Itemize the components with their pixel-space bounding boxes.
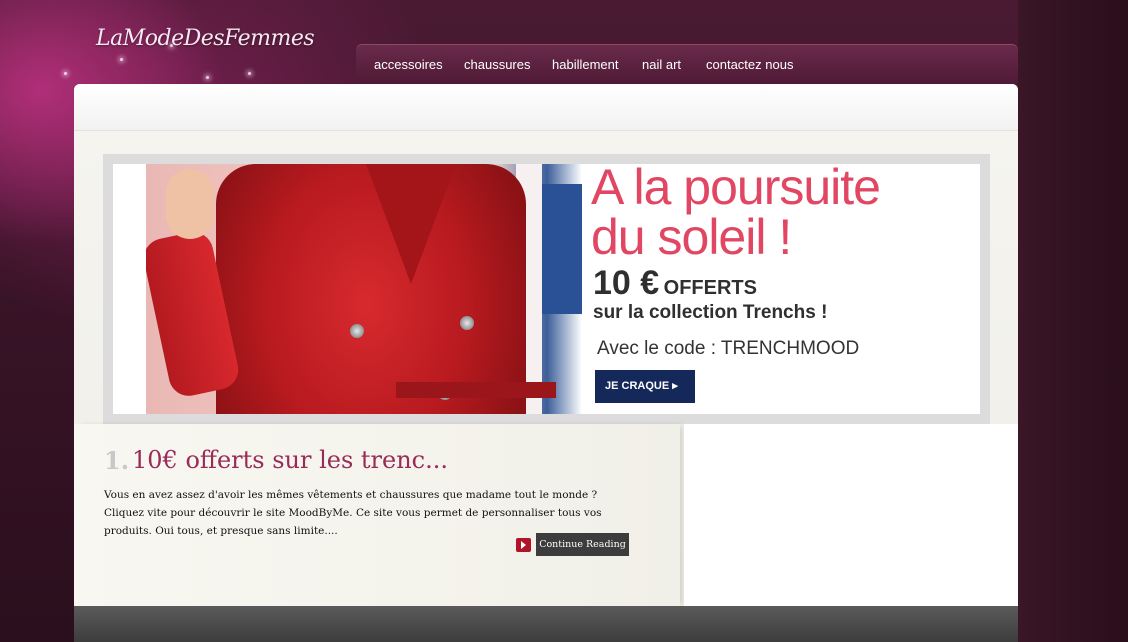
- page-top-band: [74, 84, 1018, 131]
- nav-item-habillement[interactable]: habillement: [552, 57, 619, 72]
- offer-amount: 10 €: [593, 264, 660, 302]
- banner-headline: A la poursuite du soleil !: [591, 164, 971, 262]
- arrow-right-icon[interactable]: [516, 538, 531, 552]
- featured-banner-frame: A la poursuite du soleil ! 10 € OFFERTS …: [103, 154, 990, 424]
- post-title-link[interactable]: 10€ offerts sur les trenc...: [132, 446, 448, 474]
- content-page: A la poursuite du soleil ! 10 € OFFERTS …: [74, 84, 1018, 606]
- coat-collar: [366, 164, 456, 284]
- sparkle-decoration: [64, 72, 67, 75]
- banner-headline-line2: du soleil !: [591, 209, 792, 265]
- nav-item-contactez-nous[interactable]: contactez nous: [706, 57, 793, 72]
- nav-item-accessoires[interactable]: accessoires: [374, 57, 443, 72]
- right-background: [1018, 0, 1128, 642]
- offer-word: OFFERTS: [663, 277, 757, 299]
- coat-button: [460, 316, 474, 330]
- je-craque-button[interactable]: JE CRAQUE ▸: [595, 370, 695, 403]
- post-excerpt: Vous en avez assez d'avoir les mêmes vêt…: [104, 489, 602, 537]
- footer-stone-texture: [74, 606, 1018, 642]
- post-excerpt-card: 1. 10€ offerts sur les trenc... Vous en …: [74, 424, 680, 606]
- banner-headline-line1: A la poursuite: [591, 164, 881, 215]
- coat-belt: [396, 382, 556, 398]
- offer-subline: sur la collection Trenchs !: [593, 302, 828, 323]
- main-nav: accessoires chaussures habillement nail …: [356, 44, 1018, 85]
- nav-item-chaussures[interactable]: chaussures: [464, 57, 530, 72]
- sparkle-decoration: [120, 58, 123, 61]
- sidebar: [684, 424, 1018, 606]
- trench-coat-image: [216, 164, 556, 414]
- sparkle-decoration: [248, 72, 251, 75]
- coat-button: [350, 324, 364, 338]
- promo-code: Avec le code : TRENCHMOOD: [597, 338, 860, 359]
- site-logo[interactable]: LaModeDesFemmes: [96, 26, 315, 51]
- banner-photo-trench-coat: [146, 164, 582, 414]
- post-number: 1.: [104, 446, 130, 475]
- continue-reading-button[interactable]: Continue Reading: [536, 533, 629, 556]
- featured-banner[interactable]: A la poursuite du soleil ! 10 € OFFERTS …: [113, 164, 980, 414]
- nav-item-nail-art[interactable]: nail art: [642, 57, 681, 72]
- banner-offer: 10 € OFFERTS: [593, 264, 757, 303]
- hand: [166, 169, 214, 239]
- sparkle-decoration: [206, 76, 209, 79]
- photo-background: [542, 184, 582, 314]
